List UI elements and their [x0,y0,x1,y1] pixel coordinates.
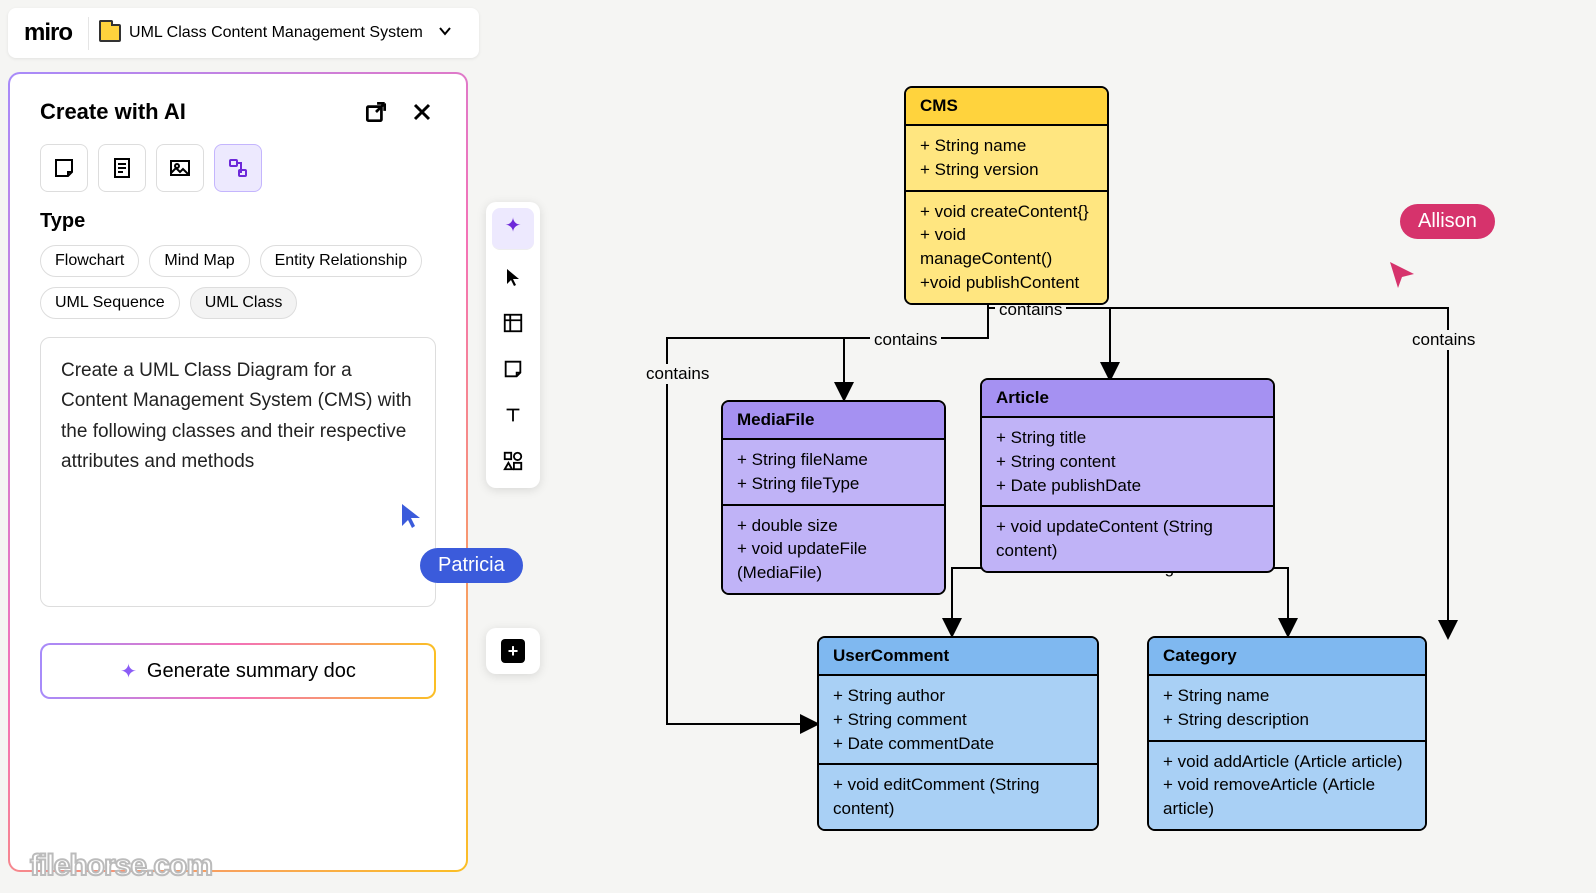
uml-attrs: + String author + String comment + Date … [819,676,1097,765]
edge-label-contains: contains [642,364,713,384]
uml-class-cms[interactable]: CMS + String name + String version + voi… [904,86,1109,305]
mode-image[interactable] [156,144,204,192]
uml-attr: + String name [920,134,1093,158]
vertical-toolbar: ✦ [486,202,540,488]
watermark: filehorse.com [30,849,212,883]
uml-method: +void publishContent [920,271,1093,295]
ai-mode-row [40,144,436,192]
mode-sticky[interactable] [40,144,88,192]
uml-class-category[interactable]: Category + String name + String descript… [1147,636,1427,831]
tool-text[interactable] [492,394,534,436]
uml-class-name: MediaFile [723,402,944,440]
uml-method: + void updateContent (String content) [996,515,1259,563]
chevron-down-icon [437,23,453,44]
uml-class-usercomment[interactable]: UserComment + String author + String com… [817,636,1099,831]
mode-doc[interactable] [98,144,146,192]
type-chips: Flowchart Mind Map Entity Relationship U… [40,245,436,319]
tool-add[interactable]: + [486,628,540,674]
generate-button[interactable]: ✦ Generate summary doc [40,643,436,699]
chip-uml-sequence[interactable]: UML Sequence [40,287,180,319]
sparkle-icon: ✦ [505,213,522,238]
type-label: Type [40,210,436,233]
uml-methods: + double size + void updateFile (MediaFi… [723,506,944,593]
chip-mindmap[interactable]: Mind Map [149,245,249,277]
uml-attr: + Date publishDate [996,474,1259,498]
uml-attrs: + String fileName + String fileType [723,440,944,506]
edge-label-contains: contains [870,330,941,350]
edge-label-contains: contains [1408,330,1479,350]
uml-class-mediafile[interactable]: MediaFile + String fileName + String fil… [721,400,946,595]
uml-methods: + void editComment (String content) [819,765,1097,829]
uml-attrs: + String name + String version [906,126,1107,192]
tool-frame[interactable] [492,302,534,344]
uml-method: + void updateFile (MediaFile) [737,537,930,585]
ai-panel-title: Create with AI [40,99,186,125]
plus-icon: + [501,639,525,663]
uml-attr: + String title [996,426,1259,450]
uml-attrs: + String title + String content + Date p… [982,418,1273,507]
tool-sticky[interactable] [492,348,534,390]
cursor-arrow-patricia [400,502,424,530]
chip-flowchart[interactable]: Flowchart [40,245,139,277]
ai-panel: Create with AI Type Flowchart Mind Map E… [8,72,468,872]
cursor-label-allison: Allison [1400,204,1495,239]
uml-class-name: Article [982,380,1273,418]
uml-attr: + String fileType [737,472,930,496]
close-icon[interactable] [408,98,436,126]
uml-method: + void createContent{} [920,200,1093,224]
uml-class-name: UserComment [819,638,1097,676]
generate-label: Generate summary doc [147,660,356,683]
folder-icon [99,24,121,42]
tool-ai[interactable]: ✦ [492,208,534,250]
chip-uml-class[interactable]: UML Class [190,287,298,319]
uml-attr: + String description [1163,708,1411,732]
uml-method: + void addArticle (Article article) [1163,750,1411,774]
uml-attr: + String author [833,684,1083,708]
uml-method: + void editComment (String content) [833,773,1083,821]
sparkle-icon: ✦ [120,659,137,684]
popout-icon[interactable] [362,98,390,126]
uml-methods: + void addArticle (Article article) + vo… [1149,742,1425,829]
mode-diagram[interactable] [214,144,262,192]
uml-method: + double size [737,514,930,538]
uml-attr: + String name [1163,684,1411,708]
cursor-arrow-allison [1388,260,1416,290]
uml-class-name: CMS [906,88,1107,126]
board-name: UML Class Content Management System [129,24,423,42]
top-bar: miro UML Class Content Management System [8,8,479,58]
tool-shapes[interactable] [492,440,534,482]
uml-method: + void manageContent() [920,223,1093,271]
tool-cursor[interactable] [492,256,534,298]
uml-attr: + String content [996,450,1259,474]
board-selector[interactable]: UML Class Content Management System [88,17,463,50]
uml-attr: + String version [920,158,1093,182]
uml-attr: + Date commentDate [833,732,1083,756]
cursor-label-patricia: Patricia [420,548,523,583]
uml-attr: + String comment [833,708,1083,732]
uml-attr: + String fileName [737,448,930,472]
chip-er[interactable]: Entity Relationship [260,245,423,277]
uml-attrs: + String name + String description [1149,676,1425,742]
uml-methods: + void createContent{} + void manageCont… [906,192,1107,303]
canvas[interactable]: contains contains contains contains has … [550,0,1596,893]
uml-method: + void removeArticle (Article article) [1163,773,1411,821]
uml-class-article[interactable]: Article + String title + String content … [980,378,1275,573]
miro-logo: miro [24,19,72,47]
uml-methods: + void updateContent (String content) [982,507,1273,571]
prompt-textarea[interactable]: Create a UML Class Diagram for a Content… [40,337,436,607]
uml-class-name: Category [1149,638,1425,676]
